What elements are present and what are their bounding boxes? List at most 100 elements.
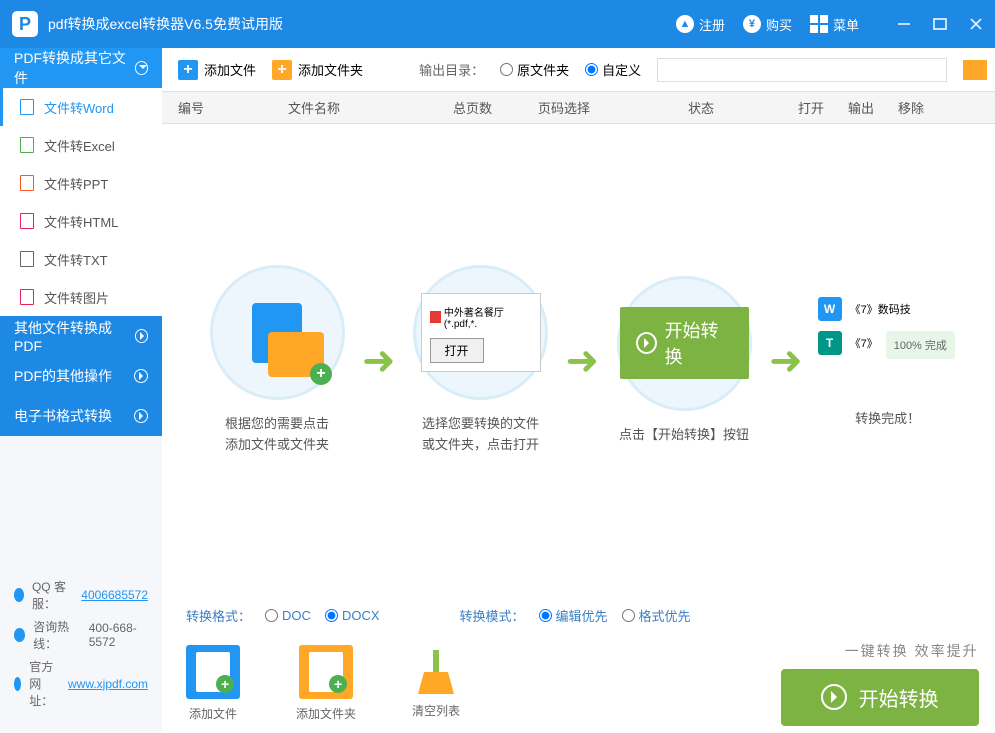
step-2-text: 选择您要转换的文件 或文件夹，点击打开 — [422, 414, 539, 456]
orig-folder-radio[interactable]: 原文件夹 — [500, 60, 569, 79]
sidebar-item-label: 文件转Word — [44, 98, 114, 117]
clear-label: 清空列表 — [412, 702, 460, 719]
sidebar-item-label: 文件转图片 — [44, 288, 109, 307]
output-dir-label: 输出目录： — [419, 60, 484, 79]
qq-label: QQ 客服： — [32, 578, 73, 612]
register-button[interactable]: ▲ 注册 — [676, 15, 725, 34]
content-area: + 添加文件 + 添加文件夹 输出目录： 原文件夹 自定义 编号 文件名称 总页… — [162, 48, 995, 733]
category-label: 其他文件转换成PDF — [14, 318, 135, 354]
sidebar-item-label: 文件转HTML — [44, 212, 118, 231]
add-folder-button[interactable]: + 添加文件夹 — [272, 60, 363, 80]
site-link[interactable]: www.xjpdf.com — [68, 677, 148, 691]
category-label: 电子书格式转换 — [14, 406, 112, 426]
register-label: 注册 — [699, 15, 725, 34]
file-icon: + — [186, 645, 240, 699]
output-path-input[interactable] — [657, 58, 946, 82]
maximize-button[interactable] — [933, 17, 947, 31]
doc-radio[interactable]: DOC — [265, 608, 311, 623]
close-button[interactable] — [969, 17, 983, 31]
add-folder-big-button[interactable]: + 添加文件夹 — [296, 645, 356, 722]
done-illustration: W《7》数码技 T《7》100% 完成 — [818, 291, 958, 365]
user-icon: ▲ — [676, 15, 694, 33]
file-dialog-illustration: 中外著名餐厅(*.pdf,*. 打开 — [421, 293, 541, 372]
sidebar-item-label: 文件转Excel — [44, 136, 115, 155]
phone-icon — [14, 628, 25, 642]
chevron-right-icon — [134, 409, 148, 423]
options-bar: 转换格式： DOC DOCX 转换模式： 编辑优先 格式优先 — [162, 597, 995, 633]
play-icon — [821, 684, 847, 710]
buy-button[interactable]: ¥ 购买 — [743, 15, 792, 34]
category-other-to-pdf[interactable]: 其他文件转换成PDF — [0, 316, 162, 356]
yen-icon: ¥ — [743, 15, 761, 33]
add-folder-label: 添加文件夹 — [298, 60, 363, 79]
menu-label: 菜单 — [833, 15, 859, 34]
clear-list-button[interactable]: 清空列表 — [412, 648, 460, 719]
html-icon — [20, 213, 34, 229]
broom-icon — [416, 648, 456, 696]
sidebar-item-excel[interactable]: 文件转Excel — [0, 126, 162, 164]
add-file-label: 添加文件 — [189, 705, 237, 722]
hotline-value: 400-668-5572 — [89, 621, 148, 649]
qq-link[interactable]: 4006685572 — [81, 588, 148, 602]
sidebar-item-txt[interactable]: 文件转TXT — [0, 240, 162, 278]
site-label: 官方网址： — [29, 658, 60, 709]
minimize-button[interactable] — [897, 17, 911, 31]
step-3: 开始转换 点击【开始转换】按钮 — [599, 276, 769, 446]
add-file-button[interactable]: + 添加文件 — [178, 60, 256, 80]
category-pdf-ops[interactable]: PDF的其他操作 — [0, 356, 162, 396]
qq-icon — [14, 588, 24, 602]
app-logo: P — [12, 11, 38, 37]
titlebar: P pdf转换成excel转换器V6.5免费试用版 ▲ 注册 ¥ 购买 菜单 — [0, 0, 995, 48]
menu-button[interactable]: 菜单 — [810, 15, 859, 34]
folder-plus-icon: + — [272, 60, 292, 80]
col-index: 编号 — [178, 98, 288, 117]
sidebar-item-label: 文件转PPT — [44, 174, 108, 193]
start-convert-button[interactable]: 开始转换 — [781, 669, 979, 726]
word-icon — [20, 99, 34, 115]
category-label: PDF转换成其它文件 — [14, 48, 135, 88]
add-file-label: 添加文件 — [204, 60, 256, 79]
globe-icon — [14, 677, 21, 691]
add-file-big-button[interactable]: + 添加文件 — [186, 645, 240, 722]
arrow-icon: ➜ — [362, 338, 396, 384]
arrow-icon: ➜ — [566, 338, 600, 384]
docx-radio[interactable]: DOCX — [325, 608, 380, 623]
col-remove: 移除 — [898, 98, 948, 117]
step-1-text: 根据您的需要点击 添加文件或文件夹 — [225, 414, 329, 456]
col-open: 打开 — [798, 98, 848, 117]
add-folder-label: 添加文件夹 — [296, 705, 356, 722]
sidebar-item-label: 文件转TXT — [44, 250, 108, 269]
category-pdf-to-other[interactable]: PDF转换成其它文件 — [0, 48, 162, 88]
ppt-icon — [20, 175, 34, 191]
convert-label: 开始转换 — [859, 683, 939, 712]
txt-icon — [20, 251, 34, 267]
sidebar-item-html[interactable]: 文件转HTML — [0, 202, 162, 240]
chevron-right-icon — [135, 329, 148, 343]
browse-folder-button[interactable] — [963, 60, 987, 80]
step-2: 中外著名餐厅(*.pdf,*. 打开 选择您要转换的文件 或文件夹，点击打开 — [396, 265, 566, 456]
table-header: 编号 文件名称 总页数 页码选择 状态 打开 输出 移除 — [162, 92, 995, 124]
col-output: 输出 — [848, 98, 898, 117]
category-label: PDF的其他操作 — [14, 366, 112, 386]
image-icon — [20, 289, 34, 305]
sidebar-item-word[interactable]: 文件转Word — [0, 88, 162, 126]
toolbar: + 添加文件 + 添加文件夹 输出目录： 原文件夹 自定义 — [162, 48, 995, 92]
plus-icon: + — [178, 60, 198, 80]
step-1: + 根据您的需要点击 添加文件或文件夹 — [192, 265, 362, 456]
col-pages: 总页数 — [453, 98, 538, 117]
sidebar-item-image[interactable]: 文件转图片 — [0, 278, 162, 316]
mode-label: 转换模式： — [460, 606, 525, 625]
custom-folder-radio[interactable]: 自定义 — [585, 60, 641, 79]
convert-button-illustration: 开始转换 — [620, 307, 749, 379]
format-label: 转换格式： — [186, 606, 251, 625]
sidebar-item-ppt[interactable]: 文件转PPT — [0, 164, 162, 202]
category-ebook[interactable]: 电子书格式转换 — [0, 396, 162, 436]
format-first-radio[interactable]: 格式优先 — [622, 606, 691, 625]
step-3-text: 点击【开始转换】按钮 — [619, 425, 749, 446]
sidebar: PDF转换成其它文件 文件转Word 文件转Excel 文件转PPT 文件转HT… — [0, 48, 162, 733]
arrow-icon: ➜ — [769, 338, 803, 384]
step-4-text: 转换完成！ — [855, 409, 920, 430]
excel-icon — [20, 137, 34, 153]
edit-first-radio[interactable]: 编辑优先 — [539, 606, 608, 625]
slogan-text: 一键转换 效率提升 — [781, 641, 979, 661]
